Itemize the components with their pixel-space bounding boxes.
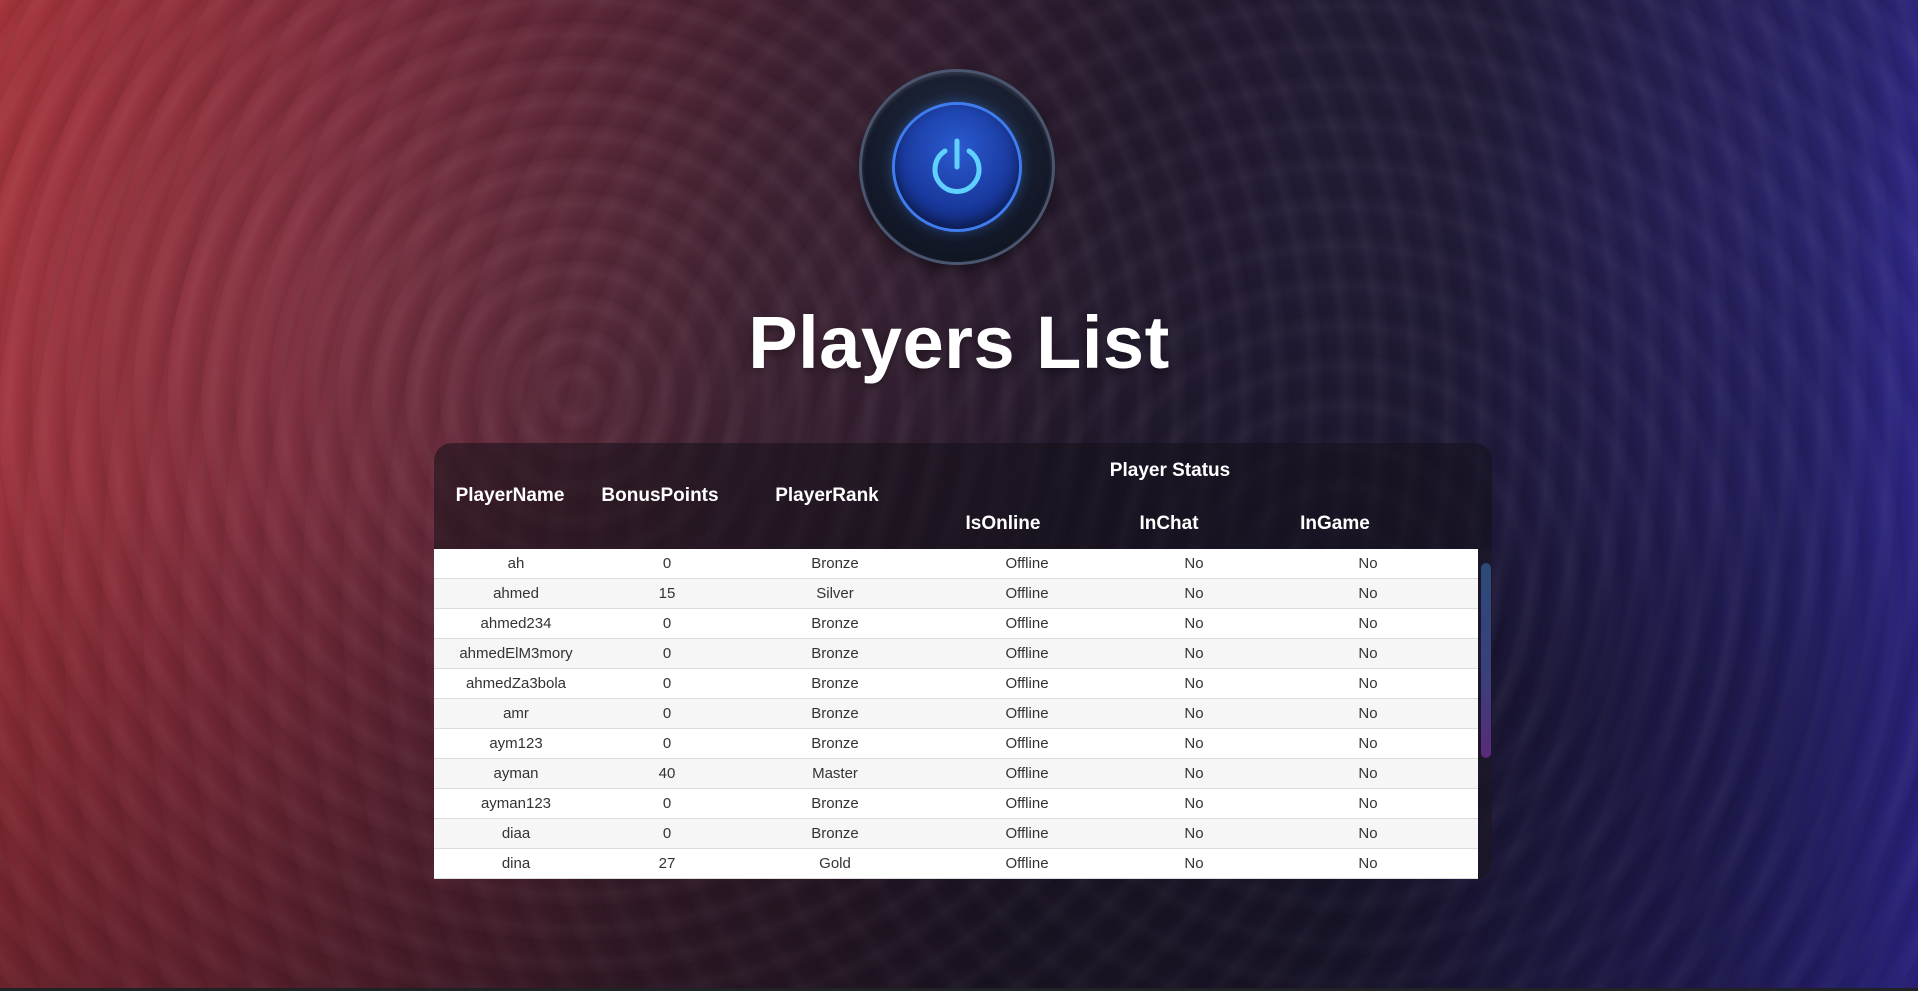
cell-in-game: No (1358, 705, 1378, 722)
page-title: Players List (748, 301, 1170, 384)
cell-in-chat: No (1184, 735, 1204, 752)
table-header: PlayerName BonusPoints PlayerRank Player… (434, 443, 1478, 549)
cell-in-chat: No (1184, 765, 1204, 782)
cell-player-rank: Master (812, 765, 858, 782)
cell-bonus-points: 0 (662, 735, 672, 752)
header-in-game[interactable]: InGame (1252, 513, 1418, 535)
cell-bonus-points: 27 (658, 855, 676, 872)
cell-player-rank: Silver (816, 585, 854, 602)
cell-in-game: No (1358, 795, 1378, 812)
cell-player-name: amr (503, 705, 529, 722)
cell-is-online: Offline (1005, 765, 1049, 782)
table-row[interactable]: ahmed 15 Silver Offline No No (434, 579, 1478, 609)
cell-in-game: No (1358, 855, 1378, 872)
scrollbar-thumb[interactable] (1481, 563, 1491, 758)
cell-in-game: No (1358, 735, 1378, 752)
cell-in-chat: No (1184, 825, 1204, 842)
cell-player-rank: Bronze (811, 735, 859, 752)
cell-player-rank: Gold (819, 855, 851, 872)
table-row[interactable]: dina 27 Gold Offline No No (434, 849, 1478, 879)
cell-player-name: ayman123 (480, 795, 552, 812)
cell-is-online: Offline (1005, 705, 1049, 722)
table-row[interactable]: diaa 0 Bronze Offline No No (434, 819, 1478, 849)
cell-bonus-points: 0 (662, 795, 672, 812)
cell-bonus-points: 0 (662, 825, 672, 842)
cell-player-name: ayman (493, 765, 539, 782)
table-row[interactable]: ahmedZa3bola 0 Bronze Offline No No (434, 669, 1478, 699)
cell-is-online: Offline (1005, 675, 1049, 692)
cell-in-chat: No (1184, 795, 1204, 812)
cell-player-rank: Bronze (811, 705, 859, 722)
cell-in-chat: No (1184, 615, 1204, 632)
cell-player-rank: Bronze (811, 615, 859, 632)
cell-in-chat: No (1184, 705, 1204, 722)
cell-is-online: Offline (1005, 795, 1049, 812)
header-player-status-group: Player Status (1109, 460, 1231, 481)
cell-is-online: Offline (1005, 645, 1049, 662)
cell-is-online: Offline (1005, 615, 1049, 632)
players-grid: ah 0 Bronze Offline No No ahmed 15 Silver Offline… (434, 549, 1478, 879)
header-is-online[interactable]: IsOnline (920, 513, 1086, 535)
cell-player-name: aym123 (489, 735, 543, 752)
cell-bonus-points: 0 (662, 615, 672, 632)
cell-player-name: ahmedZa3bola (465, 675, 567, 692)
cell-bonus-points: 0 (662, 675, 672, 692)
header-player-name[interactable]: PlayerName (434, 485, 586, 507)
cell-in-game: No (1358, 585, 1378, 602)
cell-bonus-points: 15 (658, 585, 676, 602)
cell-player-name: ahmedElM3mory (459, 645, 573, 662)
cell-in-game: No (1358, 615, 1378, 632)
power-button-face (895, 105, 1019, 229)
table-row[interactable]: ayman123 0 Bronze Offline No No (434, 789, 1478, 819)
cell-player-name: ahmed (493, 585, 539, 602)
table-row[interactable]: aym123 0 Bronze Offline No No (434, 729, 1478, 759)
cell-in-game: No (1358, 645, 1378, 662)
power-button[interactable] (862, 72, 1052, 262)
cell-in-game: No (1358, 825, 1378, 842)
cell-player-rank: Bronze (811, 795, 859, 812)
cell-bonus-points: 40 (658, 765, 676, 782)
cell-is-online: Offline (1005, 585, 1049, 602)
cell-is-online: Offline (1005, 855, 1049, 872)
cell-is-online: Offline (1005, 555, 1049, 572)
cell-in-chat: No (1184, 675, 1204, 692)
header-player-rank[interactable]: PlayerRank (734, 485, 920, 507)
cell-in-game: No (1358, 765, 1378, 782)
cell-player-name: diaa (501, 825, 531, 842)
cell-player-name: ah (507, 555, 525, 572)
cell-player-name: ahmed234 (480, 615, 552, 632)
cell-in-chat: No (1184, 855, 1204, 872)
power-icon (932, 138, 982, 194)
header-in-chat[interactable]: InChat (1086, 513, 1252, 535)
cell-in-chat: No (1184, 585, 1204, 602)
cell-bonus-points: 0 (662, 555, 672, 572)
cell-is-online: Offline (1005, 735, 1049, 752)
cell-in-game: No (1358, 675, 1378, 692)
table-row[interactable]: ahmed234 0 Bronze Offline No No (434, 609, 1478, 639)
cell-player-rank: Bronze (811, 645, 859, 662)
table-row[interactable]: amr 0 Bronze Offline No No (434, 699, 1478, 729)
table-row[interactable]: ahmedElM3mory 0 Bronze Offline No No (434, 639, 1478, 669)
players-table-panel: PlayerName BonusPoints PlayerRank Player… (434, 443, 1492, 879)
cell-in-chat: No (1184, 555, 1204, 572)
cell-in-game: No (1358, 555, 1378, 572)
table-row[interactable]: ah 0 Bronze Offline No No (434, 549, 1478, 579)
cell-player-rank: Bronze (811, 825, 859, 842)
cell-player-rank: Bronze (811, 555, 859, 572)
cell-bonus-points: 0 (662, 645, 672, 662)
table-row[interactable]: ayman 40 Master Offline No No (434, 759, 1478, 789)
cell-player-rank: Bronze (811, 675, 859, 692)
cell-player-name: dina (501, 855, 531, 872)
cell-in-chat: No (1184, 645, 1204, 662)
cell-is-online: Offline (1005, 825, 1049, 842)
header-bonus-points[interactable]: BonusPoints (586, 485, 734, 507)
cell-bonus-points: 0 (662, 705, 672, 722)
